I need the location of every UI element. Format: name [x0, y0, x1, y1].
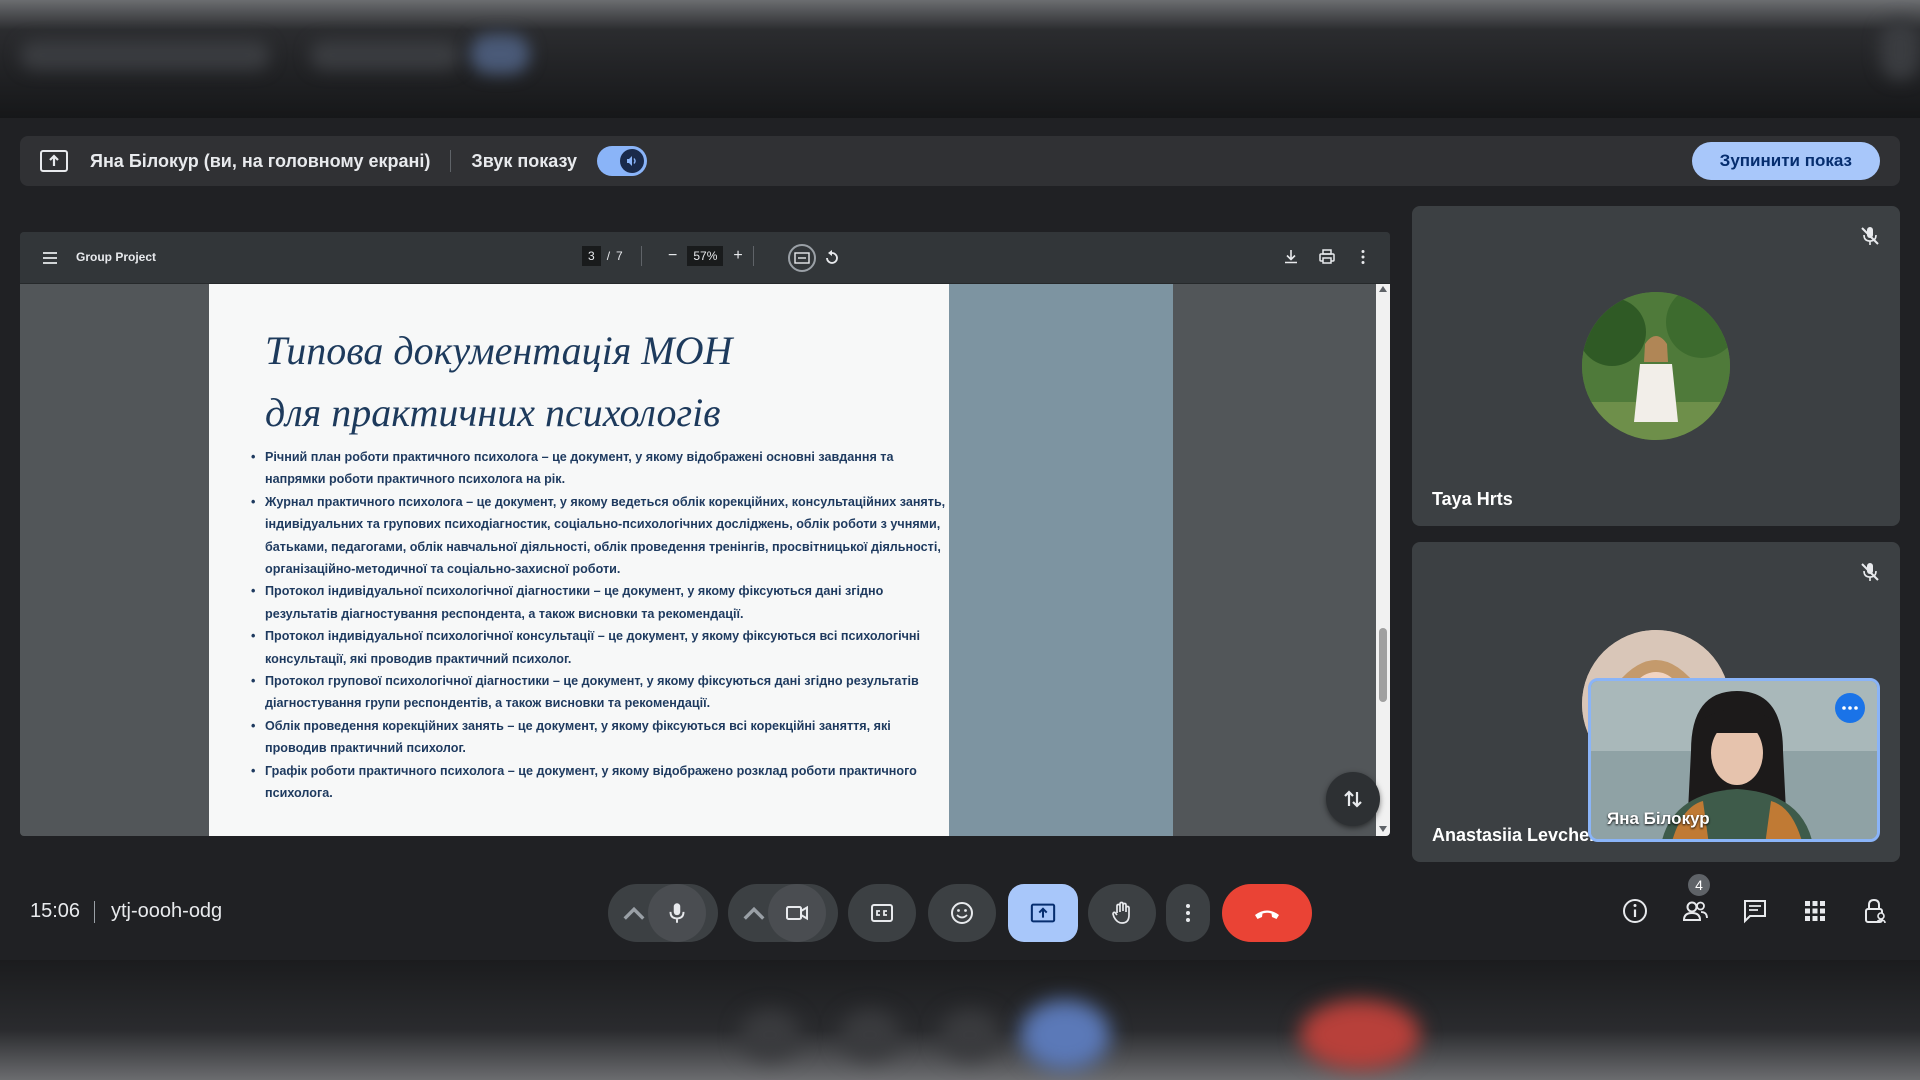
audio-settings-chevron[interactable]: [620, 900, 648, 926]
leave-call-button[interactable]: [1222, 884, 1312, 942]
captions-icon: [871, 904, 893, 922]
mic-off-icon: [1861, 227, 1879, 245]
swap-arrows-icon: [1344, 790, 1362, 808]
info-icon: [1623, 899, 1647, 923]
present-screen-icon: [40, 150, 68, 172]
blurred-browser-chrome: [0, 0, 1920, 118]
presenting-bar: Яна Білокур (ви, на головному екрані) Зв…: [20, 136, 1900, 186]
document-title: Group Project: [76, 250, 157, 264]
participant-tile[interactable]: Taya Hrts: [1412, 206, 1900, 526]
host-controls-button[interactable]: [1860, 896, 1890, 926]
scroll-up-arrow[interactable]: [1379, 286, 1387, 292]
share-audio-label: Звук показу: [471, 150, 577, 171]
pdf-page-area[interactable]: Типова документація МОН для практичних п…: [20, 284, 1376, 836]
hang-up-icon: [1255, 910, 1279, 919]
page-separator: /: [606, 249, 611, 263]
presenter-label: Яна Білокур (ви, на головному екрані): [90, 150, 431, 171]
present-now-button[interactable]: [1008, 884, 1078, 942]
more-horiz-icon: [1842, 706, 1858, 710]
more-options-button[interactable]: [1166, 884, 1210, 942]
share-audio-toggle[interactable]: [596, 146, 647, 176]
zoom-controls: − 57% +: [668, 246, 754, 266]
raise-hand-button[interactable]: [1088, 884, 1156, 942]
apps-grid-icon: [1805, 901, 1825, 921]
chat-button[interactable]: [1740, 896, 1770, 926]
zoom-out-button[interactable]: −: [668, 247, 677, 265]
list-item: Протокол групової психологічної діагност…: [251, 670, 951, 715]
microphone-button[interactable]: [648, 884, 706, 942]
zoom-level[interactable]: 57%: [687, 246, 724, 266]
pdf-right-tools: [1282, 248, 1372, 266]
list-item: Річний план роботи практичного психолога…: [251, 446, 951, 491]
meeting-side-tools: 4: [1620, 872, 1890, 926]
pdf-toolbar: Group Project 3 / 7 − 57% +: [20, 232, 1390, 284]
mic-control-group: [608, 884, 718, 942]
list-item: Протокол індивідуальної психологічної ко…: [251, 625, 951, 670]
mic-off-icon: [1861, 563, 1879, 581]
camera-control-group: [728, 884, 838, 942]
menu-icon[interactable]: [40, 248, 60, 268]
more-options-icon[interactable]: [1354, 248, 1372, 266]
hand-icon: [1112, 901, 1130, 924]
lock-person-icon: [1865, 898, 1886, 924]
download-icon[interactable]: [1282, 248, 1300, 266]
activities-button[interactable]: [1800, 896, 1830, 926]
more-vert-icon: [1186, 904, 1190, 922]
present-screen-icon: [1030, 903, 1056, 923]
participant-name: Taya Hrts: [1432, 489, 1513, 509]
avatar: [1582, 292, 1730, 440]
fit-to-page-button[interactable]: [788, 244, 816, 272]
meeting-clock: 15:06: [30, 900, 81, 922]
video-settings-chevron[interactable]: [740, 900, 768, 926]
camera-button[interactable]: [768, 884, 826, 942]
chevron-up-icon: [623, 906, 645, 920]
page-navigation: 3 / 7: [582, 246, 642, 266]
emoji-icon: [951, 902, 973, 924]
scrollbar-thumb[interactable]: [1379, 628, 1387, 702]
slide-side-panel: [949, 284, 1173, 836]
meeting-details-button[interactable]: [1620, 896, 1650, 926]
list-item: Протокол індивідуальної психологічної ді…: [251, 580, 951, 625]
fit-page-icon: [794, 252, 810, 264]
self-view-tile[interactable]: Яна Білокур: [1588, 678, 1880, 842]
people-icon: [1682, 901, 1708, 921]
pdf-scrollbar[interactable]: [1376, 284, 1390, 836]
list-item: Графік роботи практичного психолога – це…: [251, 760, 951, 805]
meeting-code: ytj-oooh-odg: [111, 900, 223, 922]
divider: [450, 150, 452, 172]
slide-title-line1: Типова документація МОН: [265, 328, 733, 373]
list-item: Журнал практичного психолога – це докуме…: [251, 491, 951, 581]
print-icon[interactable]: [1318, 248, 1336, 266]
captions-button[interactable]: [848, 884, 916, 942]
rotate-icon[interactable]: [822, 248, 842, 268]
list-item: Облік проведення корекційних занять – це…: [251, 715, 951, 760]
pdf-viewer: Group Project 3 / 7 − 57% + Типова докум…: [20, 232, 1390, 836]
toolbar-divider: [752, 246, 754, 266]
self-name: Яна Білокур: [1607, 809, 1710, 828]
current-page-input[interactable]: 3: [582, 246, 601, 266]
blurred-taskbar: [0, 960, 1920, 1080]
slide-title-line2: для практичних психологів: [265, 390, 721, 435]
participant-count-badge: 4: [1686, 872, 1712, 898]
zoom-in-button[interactable]: +: [733, 247, 742, 265]
camera-icon: [786, 905, 808, 921]
pdf-page: Типова документація МОН для практичних п…: [209, 284, 1173, 836]
divider: [94, 901, 95, 923]
microphone-icon: [669, 903, 685, 923]
chat-icon: [1744, 900, 1766, 924]
toolbar-divider: [640, 246, 642, 266]
stop-presenting-button[interactable]: Зупинити показ: [1691, 142, 1880, 180]
self-view-more-button[interactable]: [1835, 693, 1865, 723]
total-pages: 7: [616, 249, 623, 263]
people-button[interactable]: 4: [1680, 872, 1712, 926]
scroll-down-arrow[interactable]: [1379, 826, 1387, 832]
reactions-button[interactable]: [928, 884, 996, 942]
speaker-icon: [619, 149, 644, 173]
slide-title: Типова документація МОН для практичних п…: [265, 320, 885, 444]
chevron-up-icon: [743, 906, 765, 920]
slide-bullet-list: Річний план роботи практичного психолога…: [251, 446, 951, 805]
swap-layout-button[interactable]: [1326, 772, 1380, 826]
